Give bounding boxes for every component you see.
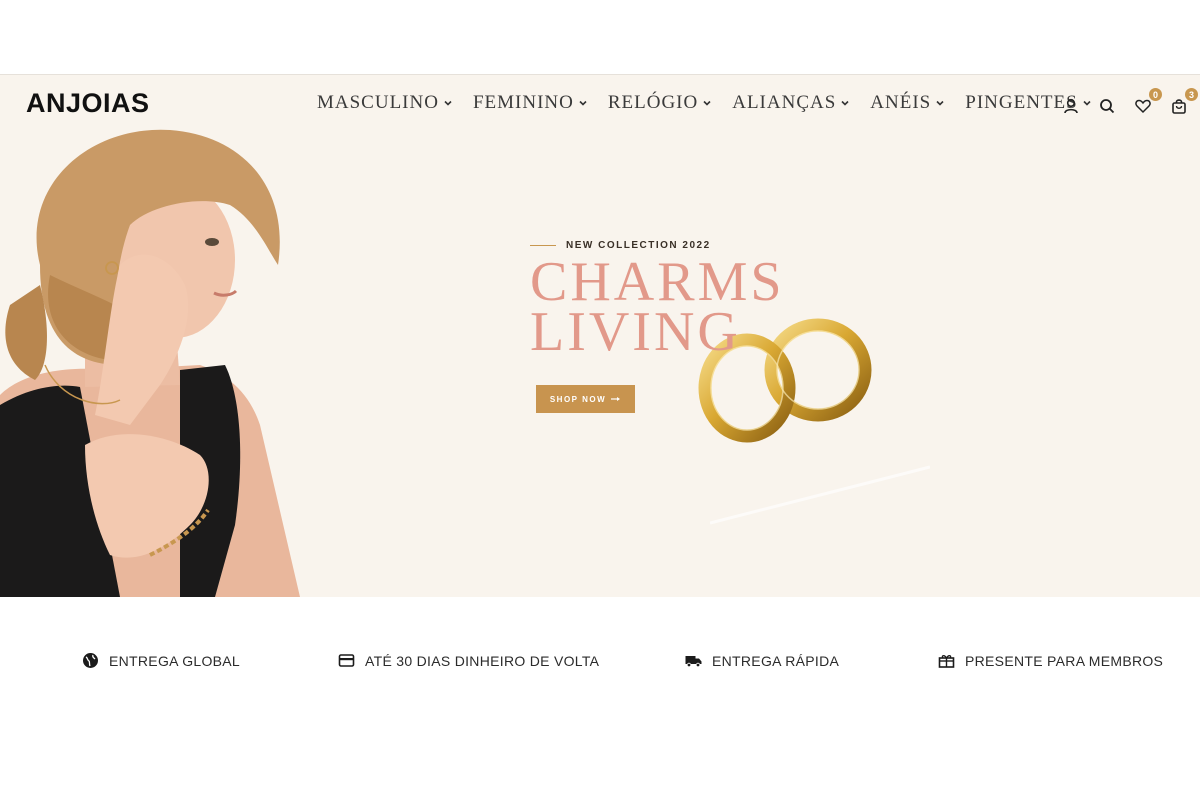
search-button[interactable]: [1096, 95, 1118, 117]
feature-global-delivery: ENTREGA GLOBAL: [82, 652, 240, 669]
chevron-down-icon: [841, 100, 849, 106]
account-button[interactable]: [1060, 95, 1082, 117]
feature-label: PRESENTE PARA MEMBROS: [965, 652, 1164, 669]
feature-label: ENTREGA GLOBAL: [109, 652, 241, 669]
nav-item-aneis[interactable]: ANÉIS: [870, 92, 945, 114]
header-actions: 0 3: [1060, 88, 1198, 117]
hero-eyebrow: NEW COLLECTION 2022: [530, 240, 785, 251]
truck-icon: [685, 656, 702, 668]
site-logo[interactable]: ANJOIAS: [26, 88, 150, 119]
nav-item-label: ANÉIS: [870, 92, 932, 113]
model-photo: [0, 129, 300, 597]
feature-fast-delivery: ENTREGA RÁPIDA: [685, 652, 839, 669]
shop-now-button[interactable]: SHOP NOW: [536, 385, 635, 413]
hero-headline: CHARMS LIVING: [530, 254, 785, 360]
cart-button[interactable]: 3: [1168, 88, 1198, 117]
headline-line2: LIVING: [530, 301, 741, 363]
nav-item-label: FEMININO: [472, 92, 574, 113]
globe-icon: [83, 653, 98, 668]
decorative-streak: [710, 465, 930, 525]
feature-label: ATÉ 30 DIAS DINHEIRO DE VOLTA: [365, 652, 600, 669]
chevron-down-icon: [444, 100, 452, 106]
eyebrow-text: NEW COLLECTION 2022: [566, 240, 711, 251]
feature-label: ENTREGA RÁPIDA: [712, 652, 840, 669]
user-icon: [1064, 98, 1078, 114]
wishlist-button[interactable]: 0: [1132, 88, 1162, 117]
feature-member-gift: PRESENTE PARA MEMBROS: [938, 652, 1163, 669]
nav-item-label: MASCULINO: [317, 92, 439, 113]
nav-item-label: ALIANÇAS: [732, 92, 837, 113]
shop-now-label: SHOP NOW: [549, 394, 607, 404]
cart-count-badge: 3: [1185, 88, 1198, 101]
wishlist-count-badge: 0: [1149, 88, 1162, 101]
chevron-down-icon: [703, 100, 711, 106]
arrow-right-icon: [611, 397, 621, 401]
card-icon: [338, 654, 355, 667]
feature-money-back: ATÉ 30 DIAS DINHEIRO DE VOLTA: [338, 652, 599, 669]
main-nav: MASCULINO FEMININO RELÓGIO ALIANÇAS ANÉI…: [317, 92, 1092, 114]
hero-copy: NEW COLLECTION 2022 CHARMS LIVING: [530, 240, 785, 360]
chevron-down-icon: [936, 100, 944, 106]
nav-item-aliancas[interactable]: ALIANÇAS: [732, 92, 850, 114]
heart-icon: [1135, 99, 1151, 114]
features-strip: [0, 597, 1200, 800]
nav-item-relogio[interactable]: RELÓGIO: [608, 92, 712, 114]
nav-item-label: RELÓGIO: [607, 92, 699, 113]
bag-icon: [1172, 99, 1186, 114]
gift-icon: [938, 655, 955, 668]
nav-item-feminino[interactable]: FEMININO: [473, 92, 588, 114]
chevron-down-icon: [579, 100, 587, 106]
nav-item-masculino[interactable]: MASCULINO: [317, 92, 453, 114]
eyebrow-divider: [530, 245, 556, 246]
search-icon: [1100, 99, 1115, 114]
top-blank-area: [0, 0, 1200, 75]
